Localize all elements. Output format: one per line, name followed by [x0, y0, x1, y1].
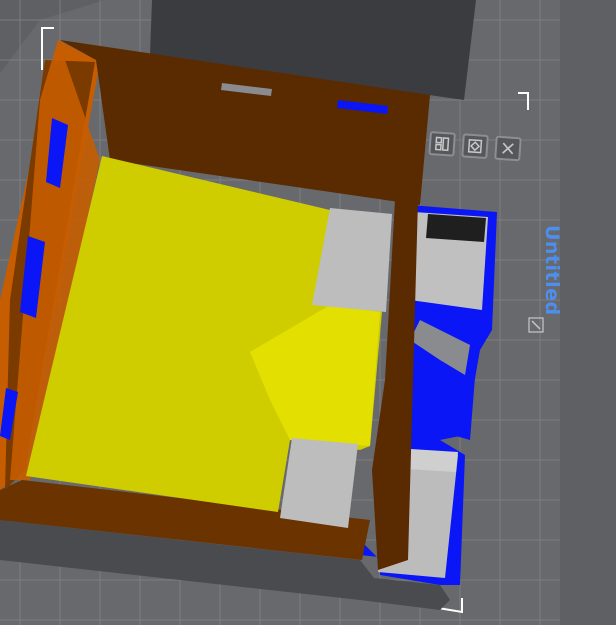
- orient-icon: [467, 138, 483, 154]
- close-icon: [502, 142, 514, 155]
- build-plate-scene[interactable]: [0, 0, 616, 625]
- model-block-lower: [280, 438, 358, 528]
- plate-name-label[interactable]: Untitled: [541, 225, 563, 316]
- arrange-button[interactable]: [428, 131, 456, 157]
- arrange-icon: [434, 136, 450, 152]
- orient-button[interactable]: [461, 133, 489, 160]
- pencil-edit-icon[interactable]: [528, 317, 544, 333]
- delete-plate-button[interactable]: [494, 135, 522, 162]
- 3d-viewport[interactable]: Untitled: [0, 0, 616, 625]
- background-right: [560, 0, 616, 625]
- model-side-part-1-dark: [426, 214, 486, 242]
